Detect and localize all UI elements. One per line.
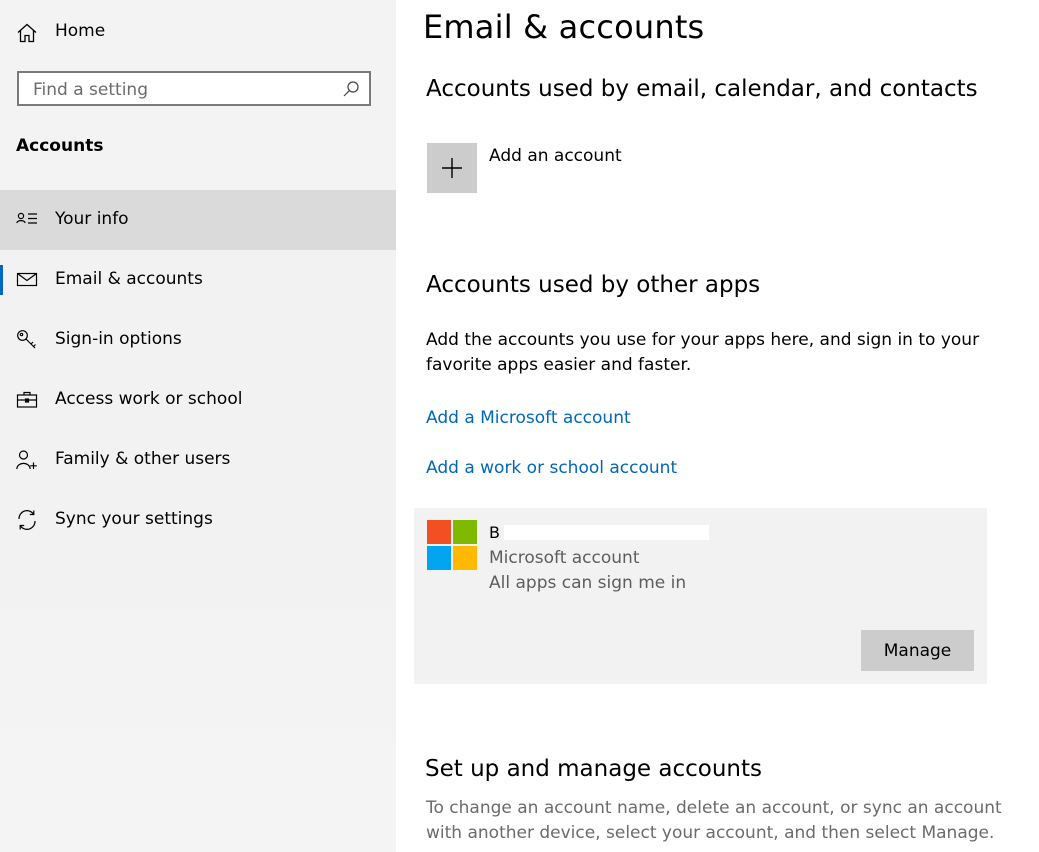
search-input[interactable]	[31, 78, 335, 102]
search-icon[interactable]	[342, 80, 360, 98]
section-title-accounts: Accounts	[16, 136, 104, 156]
add-microsoft-account-link[interactable]: Add a Microsoft account	[426, 408, 631, 428]
sidebar: Home Accounts Your info	[0, 0, 396, 852]
sidebar-item-your-info[interactable]: Your info	[0, 190, 396, 250]
manage-button[interactable]: Manage	[861, 630, 974, 671]
person-card-icon	[16, 209, 38, 231]
sidebar-item-label: Sync your settings	[55, 509, 213, 529]
key-icon	[16, 329, 38, 351]
sidebar-item-sync-settings[interactable]: Sync your settings	[0, 490, 396, 550]
redacted-area	[504, 525, 709, 540]
page-title: Email & accounts	[423, 8, 705, 46]
sidebar-item-family-other-users[interactable]: Family & other users	[0, 430, 396, 490]
setup-manage-description: To change an account name, delete an acc…	[426, 798, 1002, 843]
briefcase-icon	[16, 389, 38, 411]
add-person-icon	[16, 449, 38, 471]
sidebar-item-label: Your info	[55, 209, 129, 229]
sync-icon	[16, 509, 38, 531]
section-heading-other-apps: Accounts used by other apps	[426, 272, 761, 298]
section-heading-setup-manage: Set up and manage accounts	[425, 756, 762, 782]
account-name: B	[489, 523, 500, 542]
add-work-school-account-link[interactable]: Add a work or school account	[426, 458, 677, 478]
add-account-button[interactable]	[427, 143, 477, 193]
sidebar-item-label: Sign-in options	[55, 329, 182, 349]
home-label: Home	[55, 21, 106, 41]
mail-icon	[16, 269, 38, 291]
sidebar-item-access-work-school[interactable]: Access work or school	[0, 370, 396, 430]
sidebar-item-label: Access work or school	[55, 389, 243, 409]
sidebar-nav: Your info Email & accounts Sign-in optio…	[0, 190, 396, 550]
plus-icon	[442, 158, 462, 178]
account-status: All apps can sign me in	[489, 573, 687, 593]
other-apps-description: Add the accounts you use for your apps h…	[426, 330, 980, 375]
section-heading-email-accounts: Accounts used by email, calendar, and co…	[426, 76, 978, 102]
sidebar-item-label: Family & other users	[55, 449, 231, 469]
home-nav-item[interactable]: Home	[0, 10, 396, 54]
home-icon	[16, 22, 38, 44]
search-box[interactable]	[17, 71, 371, 106]
sidebar-item-email-accounts[interactable]: Email & accounts	[0, 250, 396, 310]
microsoft-logo-icon	[427, 520, 477, 570]
account-card[interactable]: B Microsoft account All apps can sign me…	[414, 508, 987, 684]
add-account-label[interactable]: Add an account	[489, 146, 622, 166]
account-type: Microsoft account	[489, 548, 640, 568]
sidebar-item-sign-in-options[interactable]: Sign-in options	[0, 310, 396, 370]
main-content: Email & accounts Accounts used by email,…	[396, 0, 1039, 852]
sidebar-item-label: Email & accounts	[55, 269, 203, 289]
